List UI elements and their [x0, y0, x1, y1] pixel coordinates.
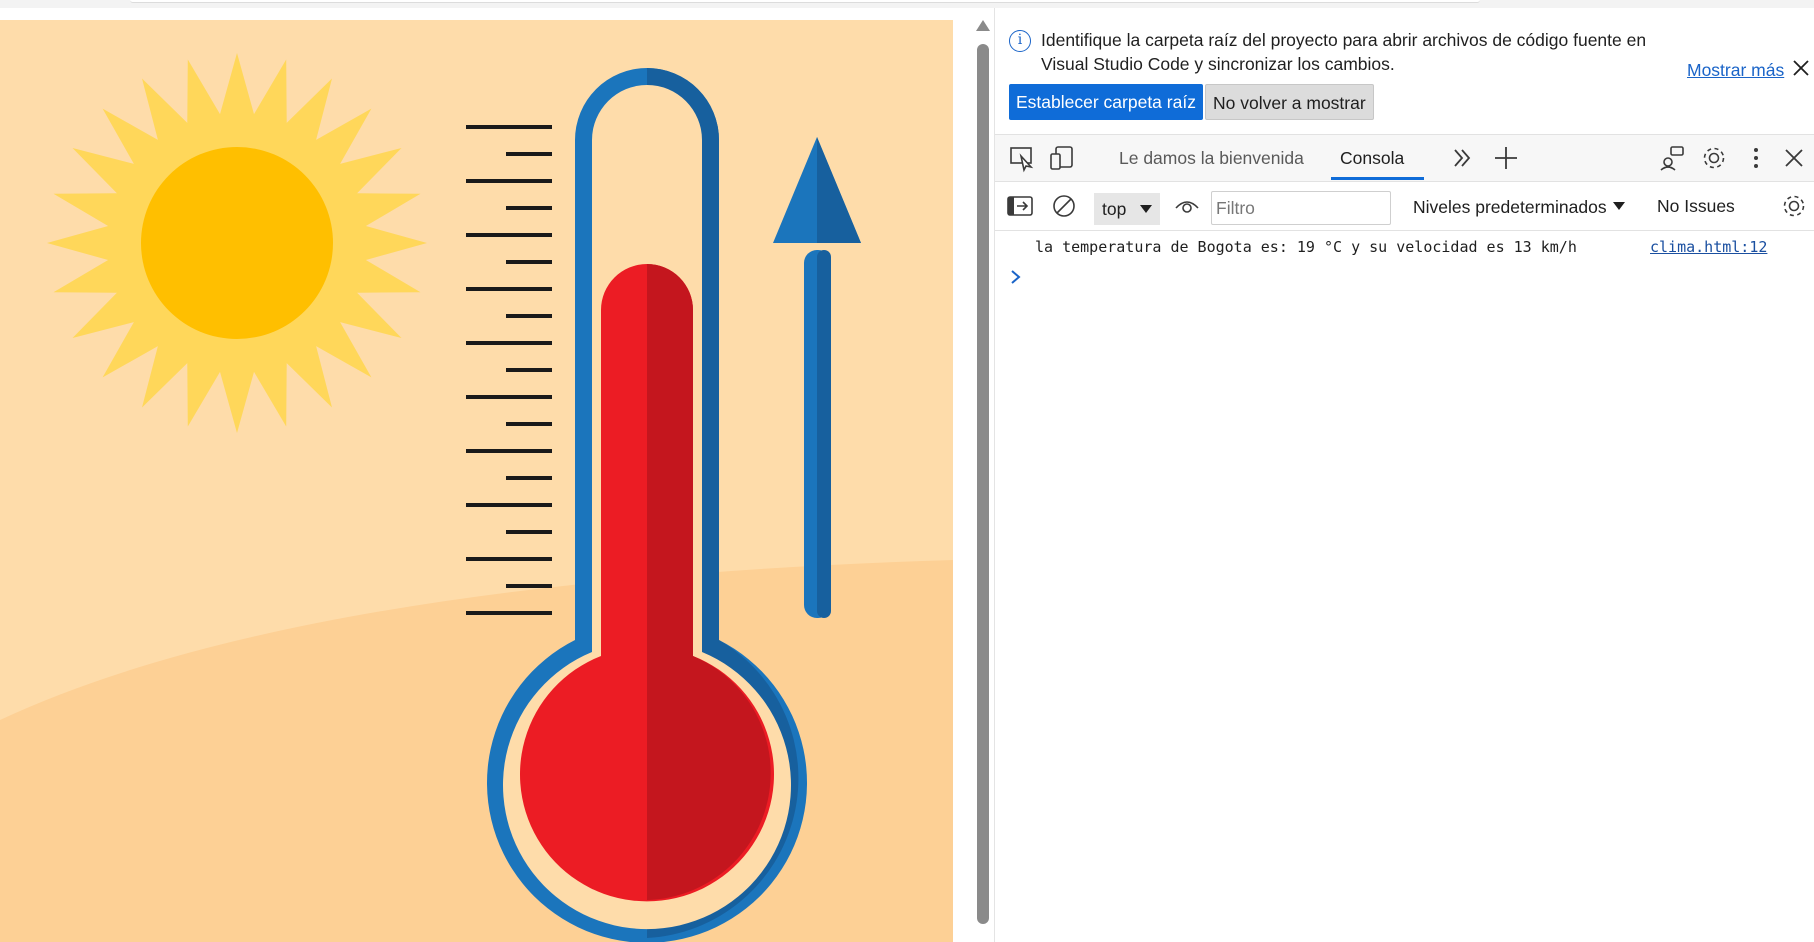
devtools-tab-bar: Le damos la bienvenida Consola [995, 134, 1814, 182]
clear-console-icon[interactable] [1049, 191, 1079, 221]
close-icon[interactable] [1791, 58, 1811, 78]
info-icon: i [1009, 30, 1031, 52]
show-more-link[interactable]: Mostrar más [1687, 60, 1784, 81]
context-select[interactable]: top [1094, 193, 1160, 225]
live-expression-eye-icon[interactable] [1172, 191, 1202, 221]
page-scrollbar[interactable] [972, 8, 992, 942]
more-options-kebab-icon[interactable] [1741, 143, 1771, 173]
console-settings-gear-icon[interactable] [1779, 191, 1809, 221]
console-log-message: la temperatura de Bogota es: 19 °C y su … [1035, 238, 1577, 256]
workspace-infobar: i Identifique la carpeta raíz del proyec… [995, 8, 1814, 134]
settings-gear-icon[interactable] [1699, 143, 1729, 173]
hot-weather-illustration [0, 20, 953, 942]
console-output: la temperatura de Bogota es: 19 °C y su … [995, 232, 1814, 942]
add-tab-plus-icon[interactable] [1491, 143, 1521, 173]
active-tab-indicator [1331, 177, 1424, 180]
tab-console[interactable]: Consola [1340, 135, 1404, 181]
web-page-viewport [0, 20, 953, 942]
caret-down-icon [1140, 205, 1152, 213]
sun-icon [47, 53, 427, 433]
feedback-icon[interactable] [1657, 143, 1687, 173]
infobar-message: Identifique la carpeta raíz del proyecto… [1041, 30, 1647, 74]
scroll-up-arrow-icon[interactable] [976, 20, 990, 31]
console-prompt-chevron-icon[interactable] [1009, 268, 1023, 286]
caret-down-icon [1612, 202, 1625, 210]
device-emulation-icon[interactable] [1047, 143, 1077, 173]
close-devtools-icon[interactable] [1779, 143, 1809, 173]
context-select-value: top [1102, 199, 1127, 219]
toggle-sidebar-icon[interactable] [1005, 191, 1035, 221]
filter-input[interactable] [1211, 191, 1391, 225]
more-tabs-chevron-icon[interactable] [1447, 143, 1477, 173]
address-bar-edge [130, 0, 1480, 3]
scroll-thumb[interactable] [977, 44, 989, 924]
log-levels-label: Niveles predeterminados [1413, 197, 1607, 217]
browser-top-strip [0, 0, 1814, 8]
console-toolbar: top Niveles predeterminados No Issues [995, 183, 1814, 231]
devtools-panel: i Identifique la carpeta raíz del proyec… [994, 8, 1814, 942]
dont-show-again-button[interactable]: No volver a mostrar [1205, 84, 1374, 120]
inspect-element-icon[interactable] [1007, 143, 1037, 173]
issues-counter[interactable]: No Issues [1657, 183, 1735, 231]
tab-welcome[interactable]: Le damos la bienvenida [1119, 135, 1304, 181]
set-root-folder-button[interactable]: Establecer carpeta raíz [1009, 84, 1203, 120]
console-log-source-link[interactable]: clima.html:12 [1650, 238, 1767, 256]
log-levels-dropdown[interactable]: Niveles predeterminados [1413, 183, 1625, 231]
